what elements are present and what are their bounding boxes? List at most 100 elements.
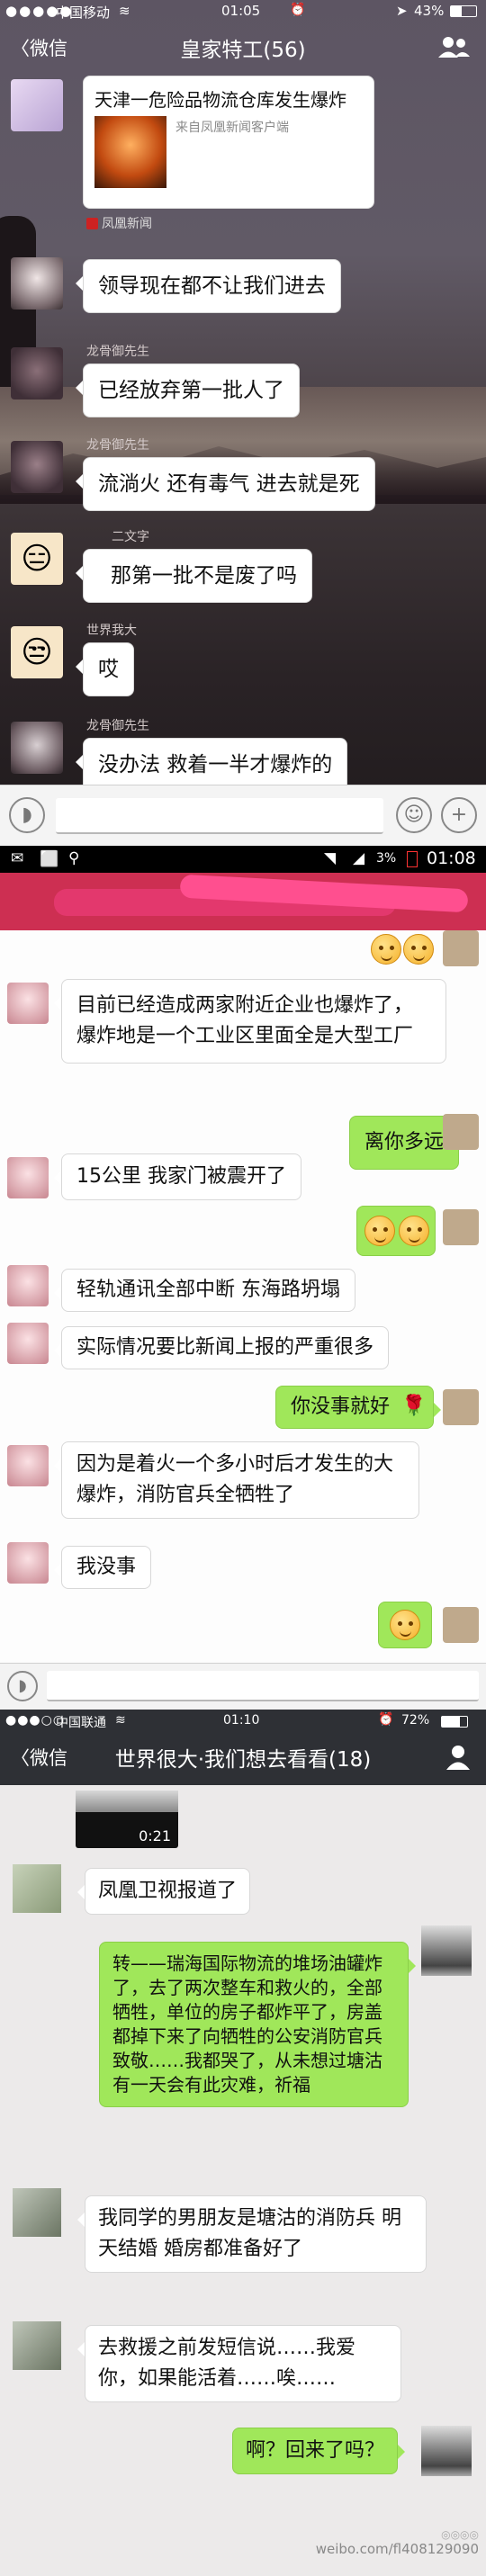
battery-icon bbox=[450, 5, 477, 17]
avatar[interactable] bbox=[7, 1265, 49, 1306]
video-thumbnail bbox=[76, 1791, 178, 1812]
avatar[interactable] bbox=[7, 1445, 49, 1486]
avatar[interactable] bbox=[13, 1864, 61, 1913]
avatar[interactable] bbox=[443, 1114, 479, 1150]
phoenix-news-icon bbox=[86, 218, 98, 229]
message-bubble: 哎 bbox=[76, 642, 134, 696]
sender-name: 世界我大 bbox=[86, 624, 137, 638]
message-bubble: 领导现在都不让我们进去 bbox=[76, 259, 341, 313]
input-bar: ◗ bbox=[0, 1663, 486, 1710]
sender-name: 二文字 bbox=[112, 530, 149, 544]
message-input[interactable] bbox=[47, 1671, 479, 1701]
message-bubble: 啊？回来了吗？ bbox=[232, 2428, 406, 2474]
carrier-label: 中国联通 bbox=[56, 1716, 106, 1730]
avatar[interactable] bbox=[421, 2426, 472, 2476]
avatar[interactable] bbox=[7, 1542, 49, 1584]
message-bubble: 15公里 我家门被震开了 bbox=[54, 1153, 302, 1200]
face-icon: 😑 bbox=[21, 541, 53, 577]
wifi-icon: ≋ bbox=[119, 3, 130, 19]
message-bubble: 目前已经造成两家附近企业也爆炸了，爆炸地是一个工业区里面全是大型工厂 bbox=[54, 979, 446, 1064]
message-input[interactable] bbox=[56, 798, 383, 834]
weibo-icon: ◎◎◎◎ bbox=[441, 2528, 479, 2541]
group-info-button[interactable] bbox=[436, 33, 472, 64]
message-bubble: 流淌火 还有毒气 进去就是死 bbox=[76, 457, 375, 511]
avatar[interactable] bbox=[7, 1323, 49, 1364]
avatar[interactable] bbox=[443, 930, 479, 966]
avatar[interactable] bbox=[7, 1157, 49, 1198]
battery-label: 3% bbox=[376, 851, 397, 866]
avatar[interactable] bbox=[11, 722, 63, 774]
alarm-icon: ⏰ bbox=[290, 3, 306, 17]
avatar[interactable] bbox=[13, 2188, 61, 2237]
voice-icon[interactable]: ◗ bbox=[7, 1671, 38, 1701]
redacted-header bbox=[0, 873, 486, 930]
status-bar: ●●●○○ 中国联通 ≋ 01:10 ⏰ 72% bbox=[0, 1710, 486, 1733]
news-app-label: 凤凰新闻 bbox=[86, 214, 152, 232]
avatar[interactable] bbox=[7, 983, 49, 1024]
group-icon bbox=[438, 37, 470, 58]
avatar[interactable] bbox=[443, 1209, 479, 1245]
notification-icon: ⬜ bbox=[40, 850, 59, 868]
watermark-text: weibo.com/fl408129090 bbox=[315, 2541, 479, 2557]
wifi-icon: ◥ bbox=[324, 849, 337, 867]
video-message[interactable]: 0:21 bbox=[76, 1791, 178, 1848]
chat-title: 世界很大·我们想去看看(18) bbox=[114, 1748, 372, 1772]
message-bubble: 那第一批不是废了吗 bbox=[76, 549, 312, 603]
message-bubble: 转——瑞海国际物流的堆场油罐炸了，去了两次整车和救火的，全部牺牲，单位的房子都炸… bbox=[99, 1942, 416, 2107]
face-icon: 😒 bbox=[21, 634, 53, 670]
header: ●●●○○ 中国联通 ≋ 01:10 ⏰ 72% 〈微信 世界很大·我们想去看看… bbox=[0, 1710, 486, 1785]
carrier-label: 中国移动 bbox=[56, 4, 111, 21]
message-bubble: 凤凰卫视报道了 bbox=[76, 1868, 251, 1915]
battery-label: 43% bbox=[414, 3, 445, 19]
message-bubble: 轻轨通讯全部中断 东海路坍塌 bbox=[54, 1269, 356, 1312]
battery-icon bbox=[407, 851, 418, 867]
voice-icon[interactable]: ◗ bbox=[9, 797, 45, 833]
chat-screenshot-3: ●●●○○ 中国联通 ≋ 01:10 ⏰ 72% 〈微信 世界很大·我们想去看看… bbox=[0, 1710, 486, 2576]
message-bubble bbox=[356, 1206, 436, 1256]
emoji-icon bbox=[364, 1216, 395, 1246]
sender-name: 龙骨御先生 bbox=[86, 345, 149, 359]
avatar[interactable] bbox=[11, 257, 63, 310]
message-bubble: 没办法 救着一半才爆炸的 bbox=[75, 738, 348, 792]
chat-screenshot-2: ✉ ⬜ ⚲ ◥ ◢ 3% 01:08 目前已经造成两家附近企业也爆炸了，爆炸地是… bbox=[0, 846, 486, 1710]
wifi-icon: ≋ bbox=[115, 1713, 126, 1728]
avatar[interactable] bbox=[13, 2321, 61, 2370]
avatar[interactable]: 😒 bbox=[11, 626, 63, 678]
chat-title: 皇家特工(56) bbox=[180, 39, 306, 62]
news-card[interactable]: 天津一危险品物流仓库发生爆炸 来自凤凰新闻客户端 bbox=[83, 76, 374, 209]
avatar[interactable]: 😑 bbox=[11, 533, 63, 585]
avatar[interactable] bbox=[11, 441, 63, 493]
wechat-icon: ✉ bbox=[11, 849, 24, 867]
emoji-icon[interactable]: ☺ bbox=[396, 797, 432, 833]
emoji-icon bbox=[371, 934, 401, 965]
watermark: ◎◎◎◎ weibo.com/fl408129090 bbox=[316, 2528, 479, 2557]
battery-icon bbox=[441, 1716, 468, 1728]
sender-name: 龙骨御先生 bbox=[86, 719, 149, 733]
message-bubble: 实际情况要比新闻上报的严重很多 bbox=[53, 1326, 390, 1369]
news-thumbnail bbox=[94, 116, 166, 188]
emoji-icon bbox=[399, 1216, 429, 1246]
alarm-icon: ⏰ bbox=[378, 1712, 394, 1727]
battery-label: 72% bbox=[401, 1713, 430, 1728]
plus-icon[interactable]: + bbox=[441, 797, 477, 833]
sender-name: 龙骨御先生 bbox=[86, 438, 149, 453]
avatar[interactable] bbox=[421, 1925, 472, 1976]
emoji-icon bbox=[390, 1610, 420, 1640]
news-source: 来自凤凰新闻客户端 bbox=[176, 121, 289, 135]
avatar[interactable] bbox=[443, 1607, 479, 1643]
avatar[interactable] bbox=[11, 347, 63, 399]
chat-screenshot-1: ●●●●● 中国移动 ≋ 01:05 ⏰ ➤ 43% 〈微信 皇家特工(56) … bbox=[0, 0, 486, 846]
nav-bar: 〈微信 皇家特工(56) bbox=[0, 22, 486, 70]
clock: 01:10 bbox=[223, 1713, 260, 1728]
usb-icon: ⚲ bbox=[68, 849, 80, 867]
message-bubble: 去救援之前发短信说……我爱你，如果能活着……唉…… bbox=[77, 2325, 401, 2402]
person-icon[interactable] bbox=[445, 1744, 472, 1771]
emoji-icon bbox=[403, 934, 434, 965]
message-bubble: 因为是着火一个多小时后才发生的大爆炸，消防官兵全牺牲了 bbox=[54, 1441, 419, 1519]
avatar[interactable] bbox=[11, 79, 63, 131]
avatar[interactable] bbox=[443, 1389, 479, 1425]
clock: 01:05 bbox=[221, 3, 261, 19]
message-bubble bbox=[378, 1602, 432, 1648]
status-bar: ●●●●● 中国移动 ≋ 01:05 ⏰ ➤ 43% bbox=[0, 0, 486, 22]
signal-icon: ◢ bbox=[353, 849, 365, 867]
